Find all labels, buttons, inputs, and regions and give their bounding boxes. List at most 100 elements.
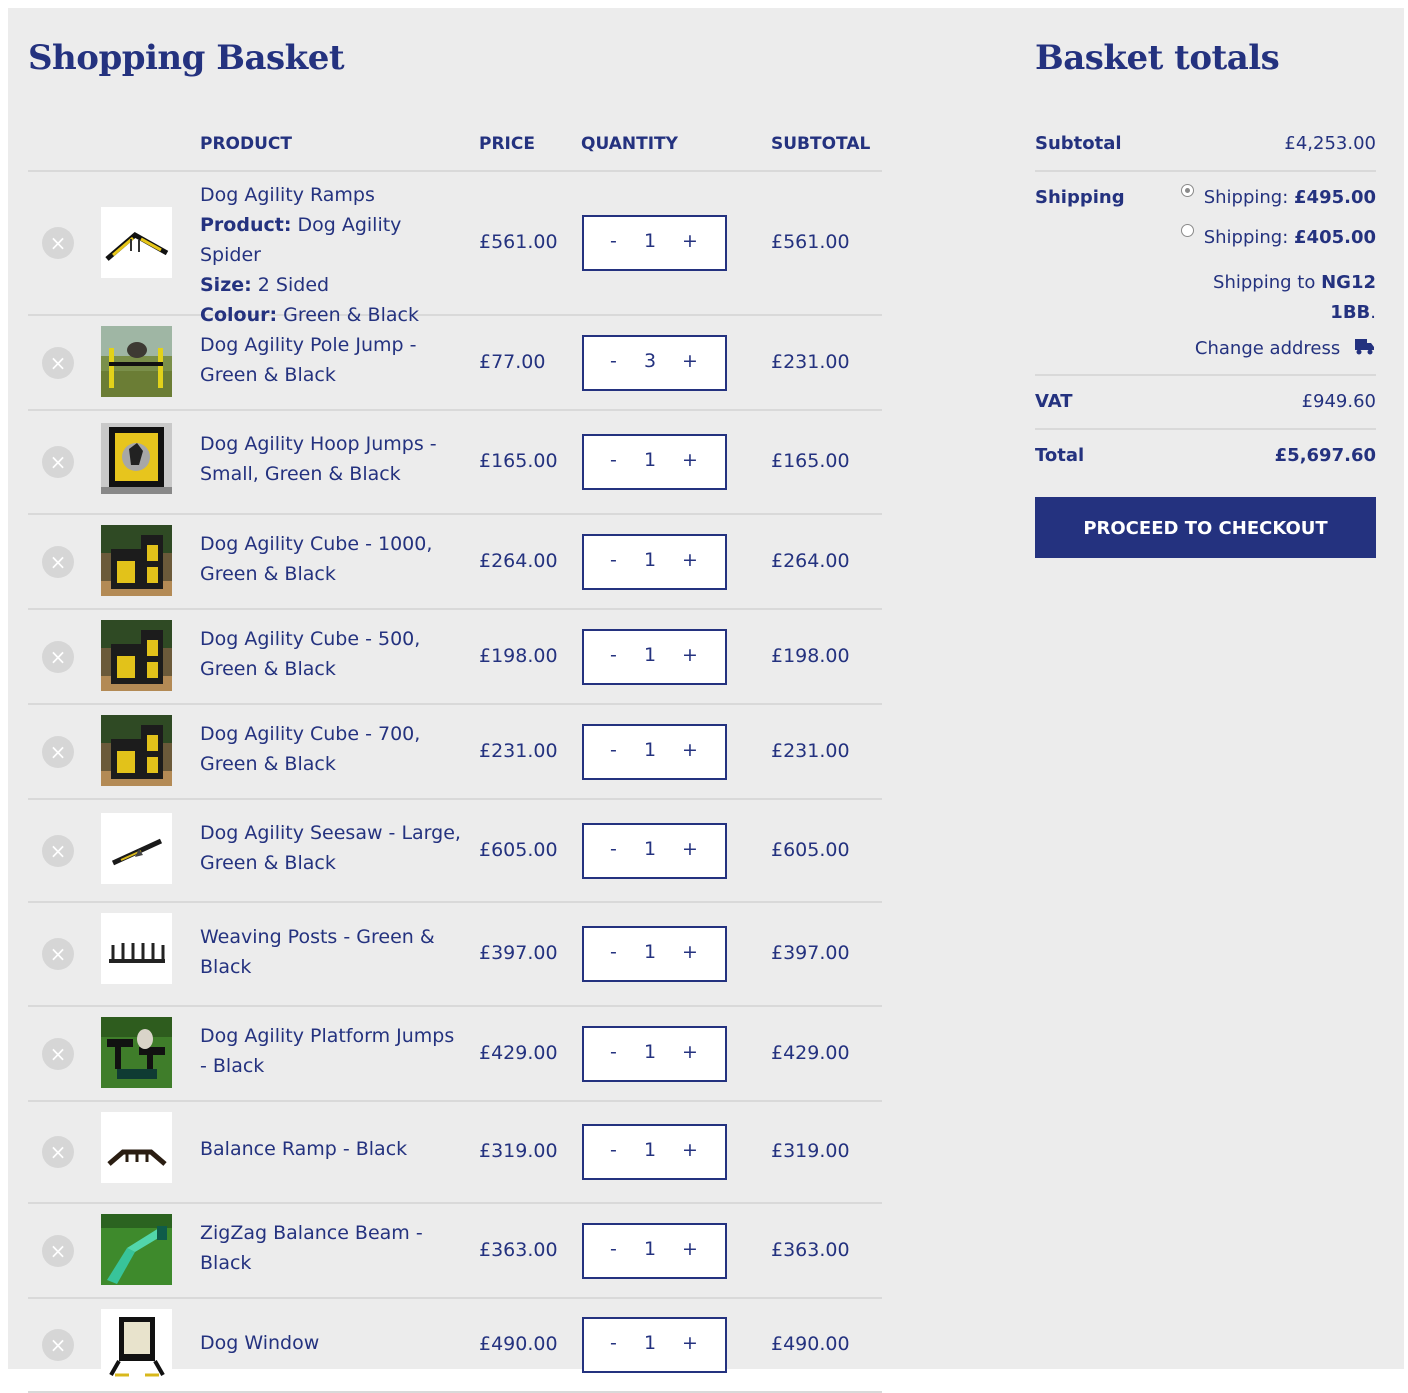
dog-window-icon[interactable]: [101, 1309, 172, 1380]
table-row: × Dog Agility Seesaw - Large, Green & Bl…: [28, 800, 882, 903]
product-meta-label: Size:: [200, 274, 252, 296]
product-cell: Dog Agility Seesaw - Large, Green & Blac…: [200, 818, 465, 878]
product-name[interactable]: Dog Agility Ramps: [200, 184, 375, 206]
remove-item-button[interactable]: ×: [42, 1235, 74, 1267]
quantity-stepper[interactable]: - 1 +: [582, 1223, 727, 1279]
remove-item-button[interactable]: ×: [42, 938, 74, 970]
remove-item-button[interactable]: ×: [42, 641, 74, 673]
product-name[interactable]: ZigZag Balance Beam - Black: [200, 1222, 423, 1274]
quantity-stepper[interactable]: - 1 +: [582, 1317, 727, 1373]
quantity-stepper[interactable]: - 1 +: [582, 724, 727, 780]
quantity-increase-button[interactable]: +: [682, 644, 698, 666]
quantity-stepper[interactable]: - 1 +: [582, 629, 727, 685]
quantity-increase-button[interactable]: +: [682, 350, 698, 372]
quantity-value[interactable]: 1: [644, 1332, 656, 1354]
shipping-radio-selected[interactable]: [1180, 184, 1194, 197]
quantity-value[interactable]: 1: [644, 549, 656, 571]
seesaw-icon[interactable]: [101, 813, 172, 884]
shipping-option-2[interactable]: Shipping: £405.00: [1180, 224, 1376, 248]
remove-item-button[interactable]: ×: [42, 1136, 74, 1168]
weave-posts-icon[interactable]: [101, 913, 172, 984]
quantity-stepper[interactable]: - 1 +: [582, 823, 727, 879]
quantity-decrease-button[interactable]: -: [610, 449, 617, 471]
remove-item-button[interactable]: ×: [42, 736, 74, 768]
quantity-stepper[interactable]: - 1 +: [582, 926, 727, 982]
zigzag-beam-photo[interactable]: [101, 1214, 172, 1285]
item-price: £198.00: [479, 645, 558, 667]
quantity-increase-button[interactable]: +: [682, 230, 698, 252]
quantity-increase-button[interactable]: +: [682, 941, 698, 963]
ramp-icon[interactable]: [101, 207, 172, 278]
quantity-increase-button[interactable]: +: [682, 1332, 698, 1354]
remove-item-button[interactable]: ×: [42, 835, 74, 867]
product-name[interactable]: Dog Agility Platform Jumps - Black: [200, 1025, 454, 1077]
remove-item-button[interactable]: ×: [42, 1329, 74, 1361]
quantity-decrease-button[interactable]: -: [610, 230, 617, 252]
quantity-stepper[interactable]: - 1 +: [582, 1124, 727, 1180]
product-name[interactable]: Dog Agility Cube - 700, Green & Black: [200, 723, 420, 775]
quantity-increase-button[interactable]: +: [682, 549, 698, 571]
shipping-radio[interactable]: [1180, 224, 1194, 237]
pole-jump-photo[interactable]: [101, 326, 172, 397]
quantity-increase-button[interactable]: +: [682, 838, 698, 860]
remove-item-button[interactable]: ×: [42, 546, 74, 578]
quantity-stepper[interactable]: - 3 +: [582, 335, 727, 391]
remove-item-button[interactable]: ×: [42, 347, 74, 379]
quantity-decrease-button[interactable]: -: [610, 941, 617, 963]
quantity-increase-button[interactable]: +: [682, 1041, 698, 1063]
table-row: × Weaving Posts - Green & Black £397.00 …: [28, 903, 882, 1007]
quantity-decrease-button[interactable]: -: [610, 1238, 617, 1260]
quantity-increase-button[interactable]: +: [682, 1238, 698, 1260]
quantity-decrease-button[interactable]: -: [610, 739, 617, 761]
product-cell: Dog Agility Cube - 1000, Green & Black: [200, 529, 465, 589]
quantity-stepper[interactable]: - 1 +: [582, 215, 727, 271]
balance-ramp-icon[interactable]: [101, 1112, 172, 1183]
cube-photo[interactable]: [101, 525, 172, 596]
quantity-stepper[interactable]: - 1 +: [582, 434, 727, 490]
item-price: £77.00: [479, 351, 546, 373]
quantity-stepper[interactable]: - 1 +: [582, 534, 727, 590]
product-name[interactable]: Balance Ramp - Black: [200, 1138, 407, 1160]
product-name[interactable]: Dog Agility Hoop Jumps - Small, Green & …: [200, 433, 437, 485]
quantity-decrease-button[interactable]: -: [610, 838, 617, 860]
product-cell: Dog Agility Platform Jumps - Black: [200, 1021, 465, 1081]
quantity-value[interactable]: 3: [644, 350, 656, 372]
product-name[interactable]: Dog Agility Seesaw - Large, Green & Blac…: [200, 822, 461, 874]
proceed-to-checkout-button[interactable]: PROCEED TO CHECKOUT: [1035, 497, 1376, 558]
quantity-stepper[interactable]: - 1 +: [582, 1026, 727, 1082]
platform-photo[interactable]: [101, 1017, 172, 1088]
product-name[interactable]: Dog Agility Pole Jump - Green & Black: [200, 334, 417, 386]
quantity-value[interactable]: 1: [644, 1041, 656, 1063]
quantity-value[interactable]: 1: [644, 1238, 656, 1260]
product-name[interactable]: Dog Agility Cube - 500, Green & Black: [200, 628, 420, 680]
quantity-increase-button[interactable]: +: [682, 449, 698, 471]
shipping-option-2-label: Shipping:: [1203, 227, 1289, 248]
quantity-value[interactable]: 1: [644, 739, 656, 761]
product-name[interactable]: Weaving Posts - Green & Black: [200, 926, 435, 978]
product-name[interactable]: Dog Agility Cube - 1000, Green & Black: [200, 533, 432, 585]
shipping-option-1[interactable]: Shipping: £495.00: [1180, 184, 1376, 208]
product-name[interactable]: Dog Window: [200, 1332, 319, 1354]
quantity-decrease-button[interactable]: -: [610, 549, 617, 571]
quantity-decrease-button[interactable]: -: [610, 1139, 617, 1161]
quantity-decrease-button[interactable]: -: [610, 1041, 617, 1063]
quantity-increase-button[interactable]: +: [682, 739, 698, 761]
quantity-value[interactable]: 1: [644, 449, 656, 471]
quantity-value[interactable]: 1: [644, 644, 656, 666]
quantity-value[interactable]: 1: [644, 838, 656, 860]
cube-photo[interactable]: [101, 620, 172, 691]
total-label: Total: [1035, 445, 1085, 466]
remove-item-button[interactable]: ×: [42, 227, 74, 259]
quantity-increase-button[interactable]: +: [682, 1139, 698, 1161]
quantity-value[interactable]: 1: [644, 1139, 656, 1161]
quantity-decrease-button[interactable]: -: [610, 350, 617, 372]
remove-item-button[interactable]: ×: [42, 1038, 74, 1070]
quantity-decrease-button[interactable]: -: [610, 1332, 617, 1354]
quantity-decrease-button[interactable]: -: [610, 644, 617, 666]
quantity-value[interactable]: 1: [644, 941, 656, 963]
quantity-value[interactable]: 1: [644, 230, 656, 252]
remove-item-button[interactable]: ×: [42, 446, 74, 478]
hoop-jump-photo[interactable]: [101, 423, 172, 494]
change-address-link[interactable]: Change address: [1195, 338, 1376, 359]
cube-photo[interactable]: [101, 715, 172, 786]
